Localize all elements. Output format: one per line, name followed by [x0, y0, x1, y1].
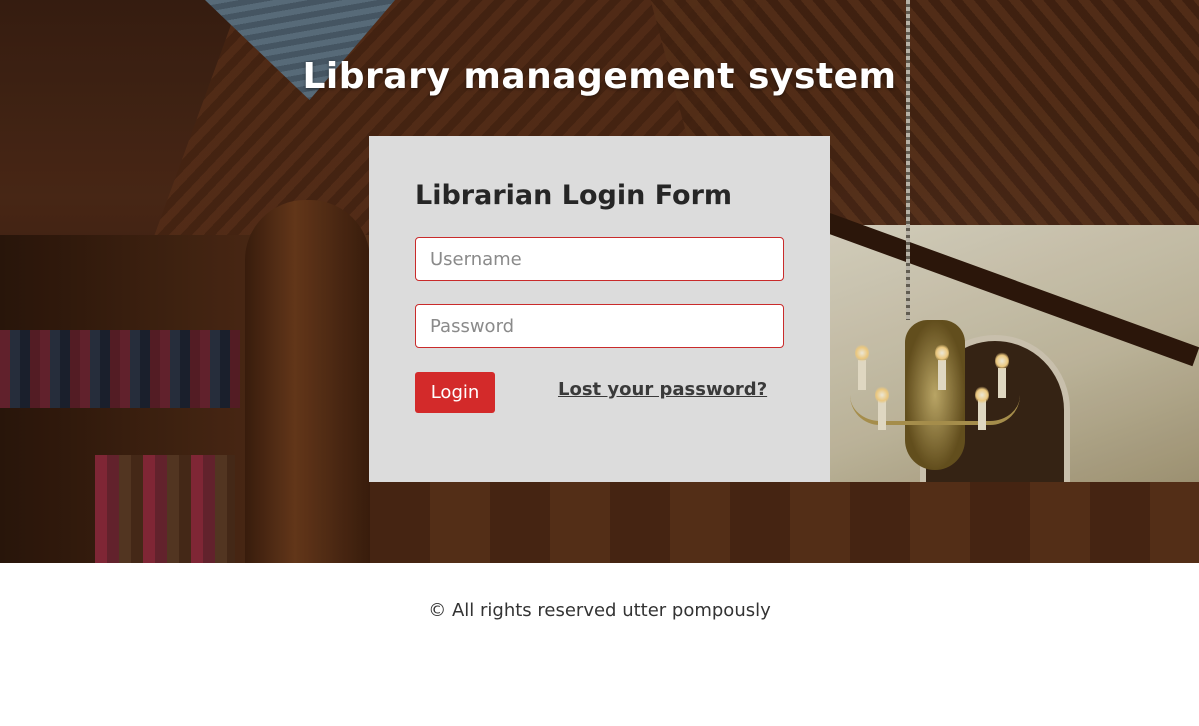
lost-password-link[interactable]: Lost your password? — [558, 379, 767, 400]
site-title: Library management system — [302, 56, 897, 97]
copyright-text: © All rights reserved utter pompously — [428, 600, 771, 621]
login-form: Librarian Login Form Login Lost your pas… — [369, 136, 830, 482]
login-form-title: Librarian Login Form — [415, 180, 733, 211]
username-input[interactable] — [415, 237, 784, 281]
login-button[interactable]: Login — [415, 372, 495, 413]
password-input[interactable] — [415, 304, 784, 348]
footer: © All rights reserved utter pompously — [0, 563, 1199, 726]
